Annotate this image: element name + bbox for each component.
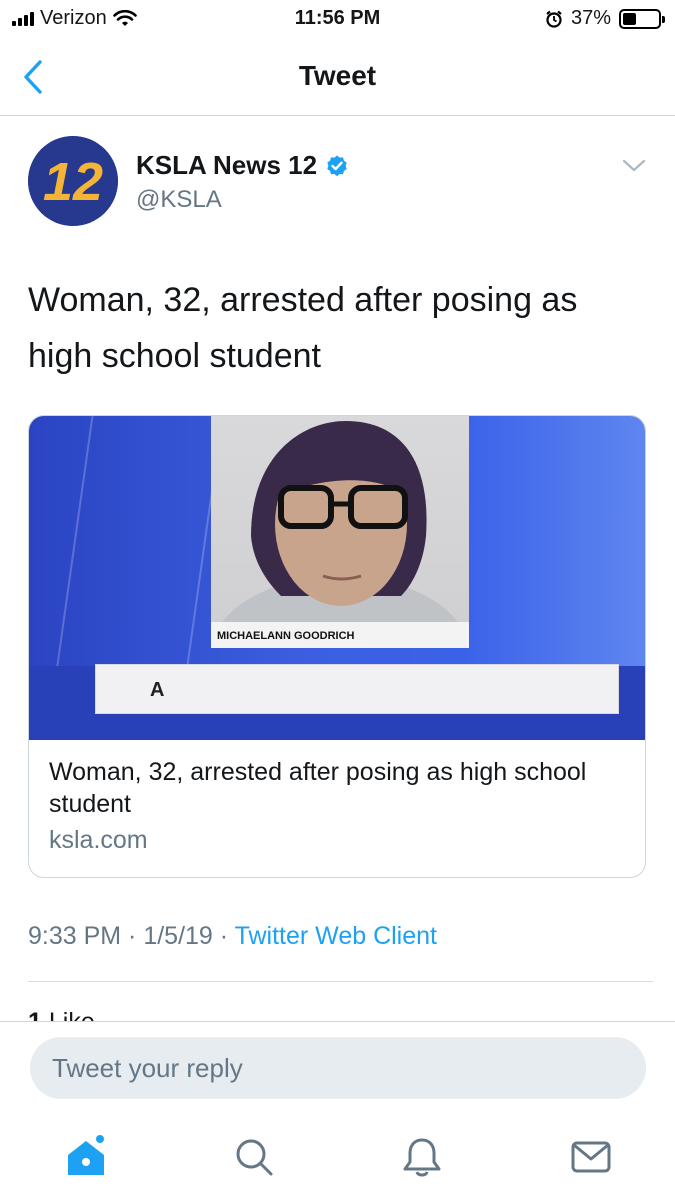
alarm-icon (546, 10, 562, 28)
verified-badge-icon (327, 155, 347, 176)
card-title: Woman, 32, arrested after posing as high… (49, 758, 587, 818)
card-domain: ksla.com (49, 826, 148, 854)
author-name-text: KSLA News 12 (136, 150, 318, 180)
tweet-time: 9:33 PM (28, 922, 122, 950)
tab-bar (0, 1117, 675, 1200)
tweet-author: 12 KSLA News 12 @KSLA (28, 136, 647, 226)
lower-third-graphic: A (95, 664, 619, 714)
tweet-date: 1/5/19 (143, 922, 213, 950)
page-title: Tweet (298, 60, 377, 91)
ksla-logo-icon: 12 (28, 136, 118, 226)
card-image: MICHAELANN GOODRICH A (29, 416, 645, 740)
reply-input[interactable] (30, 1037, 646, 1099)
tweet-client-link[interactable]: Twitter Web Client (235, 922, 437, 950)
link-card[interactable]: MICHAELANN GOODRICH A Woman, 32, arreste… (28, 415, 646, 878)
tweet-text: Woman, 32, arrested after posing as high… (28, 281, 578, 375)
status-right: 37% (545, 7, 665, 30)
nav-bar: Tweet (0, 38, 675, 116)
status-bar: Verizon 11:56 PM 37% (0, 0, 675, 38)
avatar[interactable]: 12 (28, 136, 118, 226)
likes-number: 1 (28, 1008, 42, 1022)
mugshot-caption: MICHAELANN GOODRICH (211, 622, 469, 648)
reply-bar (0, 1021, 675, 1117)
bell-icon[interactable] (400, 1135, 444, 1179)
meta-separator: · (121, 922, 144, 950)
search-icon[interactable] (232, 1135, 276, 1179)
battery-percent: 37% (570, 7, 611, 29)
meta-separator: · (212, 922, 235, 950)
author-handle[interactable]: @KSLA (136, 186, 222, 214)
divider (28, 981, 653, 982)
battery-icon (619, 8, 665, 29)
author-name[interactable]: KSLA News 12 (136, 150, 349, 181)
likes-count[interactable]: 1 Like (28, 1008, 95, 1022)
svg-text:12: 12 (43, 152, 103, 212)
chevron-down-icon[interactable] (621, 156, 647, 176)
home-icon[interactable] (64, 1135, 108, 1179)
battery-fill (623, 12, 636, 25)
likes-label: Like (48, 1008, 95, 1022)
tweet-meta: 9:33 PM · 1/5/19 · Twitter Web Client (28, 922, 437, 951)
mail-icon[interactable] (569, 1135, 613, 1179)
mugshot-photo (211, 416, 469, 648)
